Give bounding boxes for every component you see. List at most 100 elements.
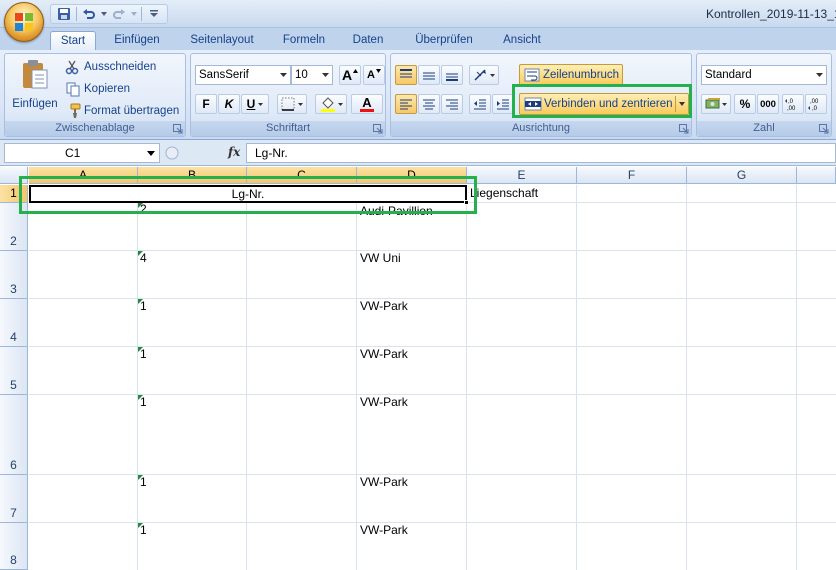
chevron-down-icon[interactable] [100,6,108,22]
orientation-button[interactable] [469,65,499,85]
svg-text:,0: ,0 [788,99,794,105]
window-title: Kontrollen_2019-11-13_1 [706,7,836,21]
formula-bar: C1 fx Lg-Nr. [0,140,836,166]
cell-b5[interactable]: 1 [140,347,147,361]
cell-d5[interactable]: VW-Park [360,347,408,361]
decrease-decimal-button[interactable]: ,00,0 [805,94,827,114]
cell-d3[interactable]: VW Uni [360,251,401,265]
paste-button[interactable]: Einfügen [9,58,61,118]
undo-icon[interactable] [80,6,98,22]
align-left-icon [400,99,412,110]
currency-button[interactable] [701,94,731,114]
number-format-value: Standard [705,69,752,81]
bold-button[interactable]: F [195,94,217,114]
font-size-select[interactable]: 10 [291,65,333,85]
font-color-button[interactable]: A [351,94,383,114]
tab-start[interactable]: Start [50,31,96,50]
borders-button[interactable] [277,94,307,114]
cut-button[interactable]: Ausschneiden [65,59,156,75]
tab-ansicht[interactable]: Ansicht [496,31,548,50]
decrease-indent-button[interactable] [469,94,491,114]
name-box[interactable]: C1 [4,143,160,163]
font-family-select[interactable]: SansSerif [195,65,291,85]
row-header-8[interactable]: 8 [0,523,28,570]
svg-text:,00: ,00 [810,99,819,105]
align-top-button[interactable] [395,65,417,85]
wrap-text-button[interactable]: Zeilenumbruch [519,64,623,86]
percent-icon: % [739,97,751,111]
align-bottom-button[interactable] [441,65,463,85]
row-header-7[interactable]: 7 [0,475,28,523]
cell-e1[interactable]: Liegenschaft [470,186,538,200]
row-header-4[interactable]: 4 [0,299,28,347]
align-left-button[interactable] [395,94,417,114]
grow-font-button[interactable]: A [339,65,361,85]
column-header-e[interactable]: E [467,167,577,184]
text-orientation-icon [474,69,486,81]
chevron-down-icon [319,67,331,83]
tab-ueberpruefen[interactable]: Überprüfen [406,31,482,50]
column-header-f[interactable]: F [577,167,687,184]
group-number: Standard % 000 ,0,00 ,00,0 Zahl [696,53,832,137]
chevron-down-icon[interactable] [130,6,138,22]
tab-seitenlayout[interactable]: Seitenlayout [182,31,262,50]
cell-grid[interactable]: 2 4 1 1 1 1 1 Audi-Pavillion VW Uni VW-P… [29,185,836,570]
redo-icon[interactable] [110,6,128,22]
svg-text:,0: ,0 [812,106,818,111]
format-painter-button[interactable]: Format übertragen [65,103,179,119]
formula-handle-icon[interactable] [162,143,182,163]
dialog-launcher-icon[interactable] [819,124,829,134]
office-button[interactable] [4,2,44,42]
office-logo-icon [15,13,33,31]
cell-b8[interactable]: 1 [140,523,147,537]
align-center-button[interactable] [418,94,440,114]
group-label-font: Schriftart [191,121,385,136]
chevron-down-icon[interactable] [147,146,155,165]
align-middle-button[interactable] [418,65,440,85]
qat-separator [141,7,142,21]
align-right-button[interactable] [441,94,463,114]
dialog-launcher-icon[interactable] [679,124,689,134]
shrink-font-button[interactable]: A [363,65,385,85]
cell-b3[interactable]: 4 [140,251,147,265]
thousands-icon: 000 [760,98,776,110]
cell-d6[interactable]: VW-Park [360,395,408,409]
underline-button[interactable]: U [241,94,269,114]
font-color-swatch [360,108,374,112]
format-painter-label: Format übertragen [84,105,180,117]
italic-button[interactable]: K [218,94,240,114]
row-header-6[interactable]: 6 [0,395,28,475]
cell-b7[interactable]: 1 [140,475,147,489]
increase-indent-icon [497,99,509,110]
row-header-5[interactable]: 5 [0,347,28,395]
cell-d8[interactable]: VW-Park [360,523,408,537]
chevron-down-icon [277,67,289,83]
fill-color-button[interactable] [315,94,347,114]
increase-indent-button[interactable] [492,94,514,114]
save-icon[interactable] [55,6,73,22]
column-header-g[interactable]: G [687,167,797,184]
decrease-indent-icon [474,99,486,110]
row-header-3[interactable]: 3 [0,251,28,299]
fill-bucket-icon [320,97,335,112]
cell-d4[interactable]: VW-Park [360,299,408,313]
tab-formeln[interactable]: Formeln [276,31,332,50]
cell-b4[interactable]: 1 [140,299,147,313]
column-header-h[interactable] [797,167,836,184]
increase-decimal-button[interactable]: ,0,00 [782,94,804,114]
dialog-launcher-icon[interactable] [373,124,383,134]
tab-daten[interactable]: Daten [346,31,390,50]
increase-decimal-icon: ,0,00 [785,99,796,111]
cell-b6[interactable]: 1 [140,395,147,409]
tab-einfuegen[interactable]: Einfügen [104,31,170,50]
insert-function-icon[interactable]: fx [228,145,240,159]
number-format-select[interactable]: Standard [701,65,827,85]
thousands-button[interactable]: 000 [757,94,779,114]
formula-input[interactable]: Lg-Nr. [246,143,836,163]
copy-button[interactable]: Kopieren [65,81,130,97]
cell-d7[interactable]: VW-Park [360,475,408,489]
percent-button[interactable]: % [734,94,756,114]
dialog-launcher-icon[interactable] [173,124,183,134]
customize-qat-icon[interactable] [145,6,163,22]
bold-icon: F [202,97,210,111]
